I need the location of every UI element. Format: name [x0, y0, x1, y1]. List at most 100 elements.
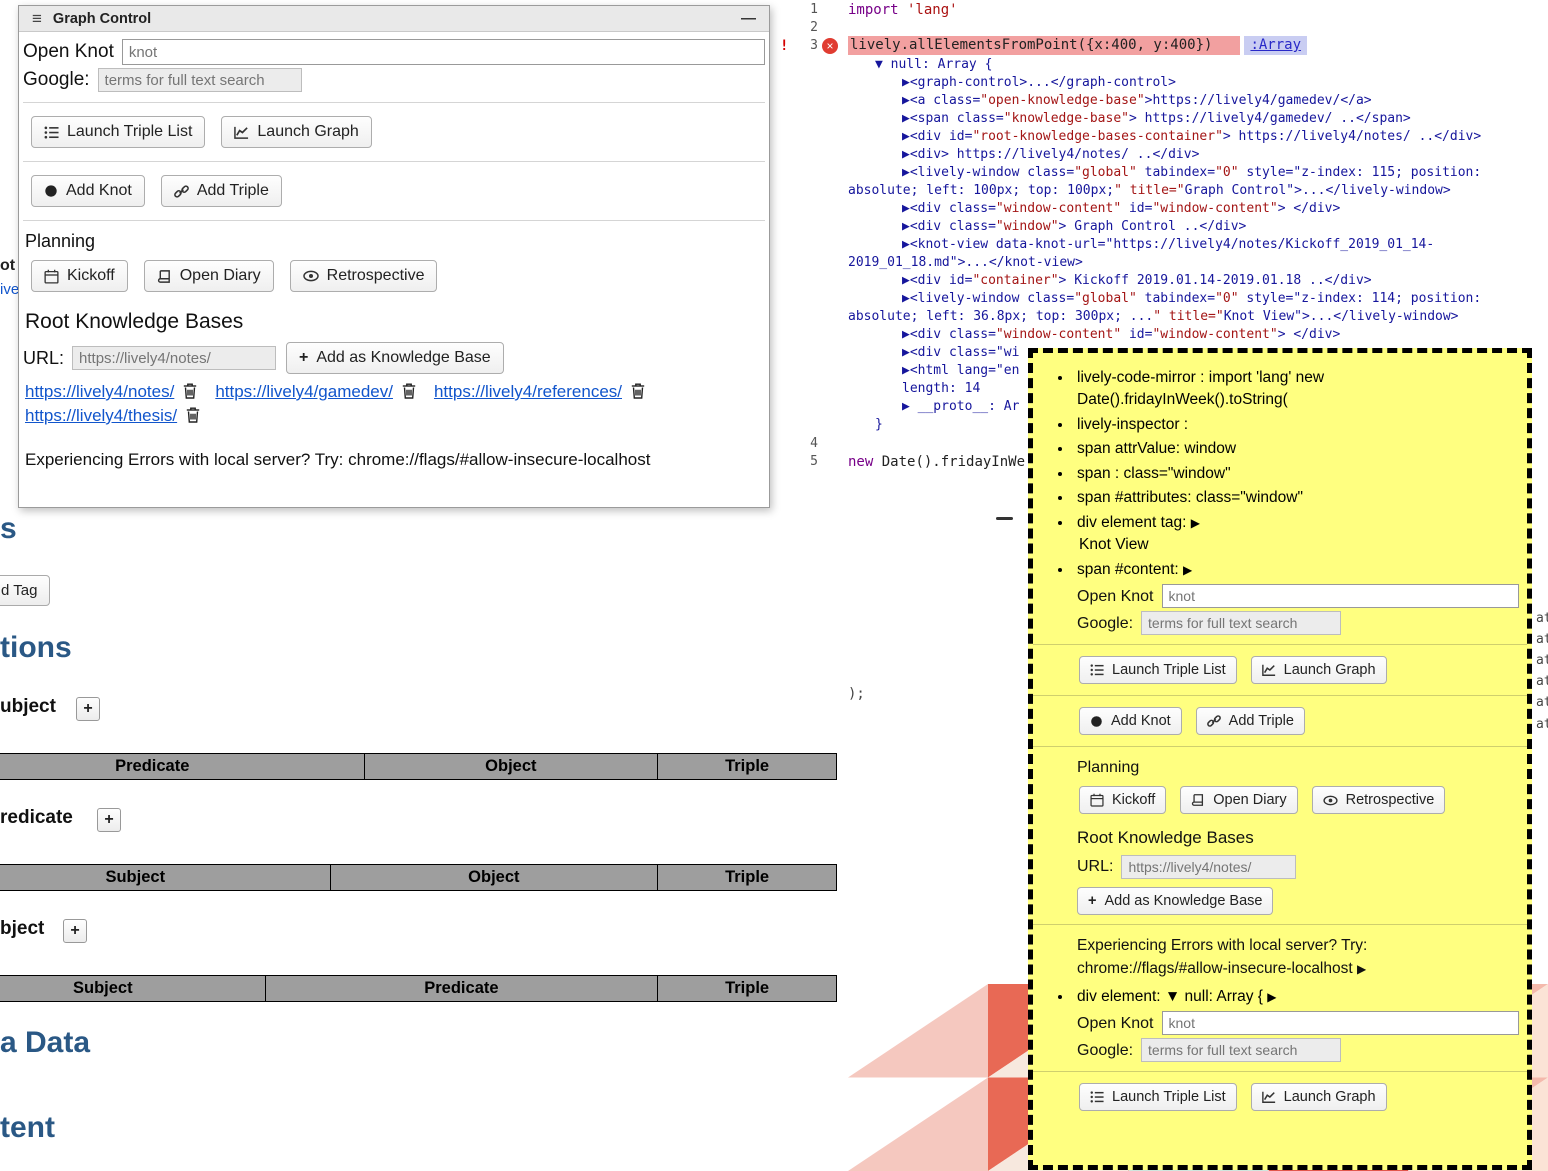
overlay-item-span-class[interactable]: span : class="window" — [1073, 463, 1519, 485]
open-diary-button[interactable]: Open Diary — [1180, 786, 1297, 814]
add-button[interactable]: + — [63, 919, 87, 943]
clipped-text-fragment: at — [1536, 632, 1548, 647]
text-fragment: ive — [0, 281, 19, 298]
graph-control-window[interactable]: ≡ Graph Control — Open Knot Google: Laun… — [18, 5, 770, 508]
inspector-line[interactable]: ▶<div class="window-content" id="window-… — [848, 200, 1548, 218]
kickoff-button[interactable]: Kickoff — [1079, 786, 1166, 814]
window-menu-icon[interactable]: ≡ — [32, 9, 42, 29]
link-icon — [1207, 714, 1221, 728]
inspector-line[interactable]: ▶<lively-window class="global" tabindex=… — [848, 290, 1548, 308]
error-highlighted-code[interactable]: lively.allElementsFromPoint({x:400, y:40… — [848, 36, 1240, 55]
google-search-input[interactable] — [1141, 611, 1341, 635]
inspector-line[interactable]: ▶<lively-window class="global" tabindex=… — [848, 164, 1548, 182]
inspector-line[interactable]: absolute; left: 100px; top: 100px;" titl… — [848, 182, 1548, 200]
launch-triple-list-button[interactable]: Launch Triple List — [1079, 1083, 1237, 1111]
retrospective-button[interactable]: Retrospective — [1312, 786, 1446, 814]
launch-triple-list-label: Launch Triple List — [1112, 1089, 1226, 1105]
delete-knowledge-base-button[interactable] — [183, 383, 197, 402]
url-input[interactable] — [1121, 855, 1296, 879]
launch-graph-button[interactable]: Launch Graph — [1251, 656, 1387, 684]
google-search-input[interactable] — [1141, 1038, 1341, 1062]
expand-arrow-icon[interactable]: ▶ — [1191, 516, 1200, 530]
array-result-link[interactable]: :Array — [1244, 36, 1307, 55]
expand-arrow-icon[interactable]: ▶ — [1267, 990, 1276, 1004]
kickoff-button[interactable]: Kickoff — [31, 260, 128, 292]
column-header: Object — [364, 754, 658, 780]
knowledge-base-link[interactable]: https://lively4/thesis/ — [25, 406, 177, 426]
open-knot-label: Open Knot — [1077, 1012, 1154, 1035]
google-search-input[interactable] — [98, 68, 302, 92]
column-header: Triple — [658, 754, 837, 780]
overlay-item-span-content[interactable]: span #content: ▶ Open Knot Google: — [1073, 559, 1519, 980]
knowledge-base-item: https://lively4/gamedev/ — [215, 382, 416, 402]
cut-button-fragment[interactable]: d Tag — [0, 575, 50, 606]
expand-arrow-icon[interactable]: ▶ — [1357, 962, 1366, 976]
inspector-line[interactable]: ▶<div class="window"> Graph Control ..</… — [848, 218, 1548, 236]
inspector-line[interactable]: ▶<span class="knowledge-base"> https://l… — [848, 110, 1548, 128]
open-knot-input[interactable] — [1162, 1011, 1520, 1035]
launch-graph-label: Launch Graph — [1284, 1089, 1376, 1105]
inspector-line[interactable]: ▶<div> https://lively4/notes/ ..</div> — [848, 146, 1548, 164]
line-number: 5 — [778, 454, 818, 469]
inspector-line[interactable]: ▶<div id="root-knowledge-bases-container… — [848, 128, 1548, 146]
add-triple-button[interactable]: Add Triple — [161, 175, 282, 207]
text-fragment: ); — [848, 686, 865, 702]
delete-knowledge-base-button[interactable] — [631, 383, 645, 402]
column-header: Predicate — [0, 754, 364, 780]
url-input[interactable] — [72, 346, 276, 370]
retrospective-button[interactable]: Retrospective — [290, 260, 438, 292]
triple-table-subject-predicate: Subject Predicate Triple — [0, 975, 837, 1002]
code-line-3[interactable]: lively.allElementsFromPoint({x:400, y:40… — [848, 37, 1307, 53]
add-button[interactable]: + — [97, 808, 121, 832]
window-titlebar[interactable]: ≡ Graph Control — — [19, 6, 769, 32]
inspector-line[interactable]: 2019_01_18.md">...</knot-view> — [848, 254, 1548, 272]
knot-dot-icon — [44, 184, 58, 198]
knowledge-base-link[interactable]: https://lively4/gamedev/ — [215, 382, 393, 402]
inspector-line[interactable]: ▶<a class="open-knowledge-base">https://… — [848, 92, 1548, 110]
column-header: Object — [330, 865, 658, 891]
url-label: URL: — [1077, 855, 1113, 878]
overlay-item-div-tag[interactable]: div element tag: ▶ Knot View — [1073, 512, 1519, 557]
code-line-5[interactable]: new Date().fridayInWe — [848, 454, 1025, 470]
open-diary-button[interactable]: Open Diary — [144, 260, 274, 292]
clipped-text-fragment: at — [1536, 653, 1548, 668]
add-knot-button[interactable]: Add Knot — [31, 175, 145, 207]
overlay-item-div-element[interactable]: div element: ▼ null: Array { ▶ Open Knot… — [1073, 986, 1519, 1111]
inspector-line[interactable]: ▶<graph-control>...</graph-control> — [848, 74, 1548, 92]
add-knowledge-base-button[interactable]: + Add as Knowledge Base — [1077, 887, 1273, 915]
launch-graph-button[interactable]: Launch Graph — [1251, 1083, 1387, 1111]
inspector-line[interactable]: absolute; left: 36.8px; top: 300px; ..."… — [848, 308, 1548, 326]
launch-triple-list-button[interactable]: Launch Triple List — [1079, 656, 1237, 684]
add-triple-button[interactable]: Add Triple — [1196, 707, 1305, 735]
overlay-item-inspector[interactable]: lively-inspector : — [1073, 414, 1519, 436]
open-knot-label: Open Knot — [23, 41, 114, 63]
add-button[interactable]: + — [76, 697, 100, 721]
inspector-line[interactable]: ▶<div class="window-content" id="window-… — [848, 326, 1548, 344]
expand-arrow-icon[interactable]: ▶ — [1183, 563, 1192, 577]
inspector-line[interactable]: ▶<div id="container"> Kickoff 2019.01.14… — [848, 272, 1548, 290]
delete-knowledge-base-button[interactable] — [402, 383, 416, 402]
overlay-item-span-attributes[interactable]: span #attributes: class="window" — [1073, 487, 1519, 509]
launch-triple-list-button[interactable]: Launch Triple List — [31, 116, 205, 148]
gutter-error-marker: ! — [780, 38, 788, 54]
minimize-button[interactable]: — — [741, 10, 756, 27]
code-line-1[interactable]: import 'lang' — [848, 2, 958, 18]
launch-graph-button[interactable]: Launch Graph — [221, 116, 371, 148]
add-knowledge-base-label: Add as Knowledge Base — [316, 349, 490, 367]
open-knot-input[interactable] — [122, 39, 765, 65]
inspector-line[interactable]: ▼ null: Array { — [848, 56, 1548, 74]
overlay-item-code-mirror[interactable]: lively-code-mirror : import 'lang' new D… — [1073, 367, 1519, 412]
overlay-item-attr-value[interactable]: span attrValue: window — [1073, 438, 1519, 460]
element-inspection-overlay: lively-code-mirror : import 'lang' new D… — [1028, 348, 1532, 1170]
open-knot-input[interactable] — [1162, 584, 1520, 608]
add-knowledge-base-button[interactable]: + Add as Knowledge Base — [286, 342, 504, 374]
inspector-line[interactable]: ▶<knot-view data-knot-url="https://livel… — [848, 236, 1548, 254]
text-fragment: s — [0, 512, 17, 546]
knowledge-base-link[interactable]: https://lively4/references/ — [434, 382, 622, 402]
eye-icon — [1323, 795, 1338, 806]
delete-knowledge-base-button[interactable] — [186, 407, 200, 426]
add-knot-button[interactable]: Add Knot — [1079, 707, 1182, 735]
google-label: Google: — [1077, 612, 1133, 635]
knowledge-base-link[interactable]: https://lively4/notes/ — [25, 382, 174, 402]
local-server-hint: Experiencing Errors with local server? T… — [1077, 935, 1519, 980]
